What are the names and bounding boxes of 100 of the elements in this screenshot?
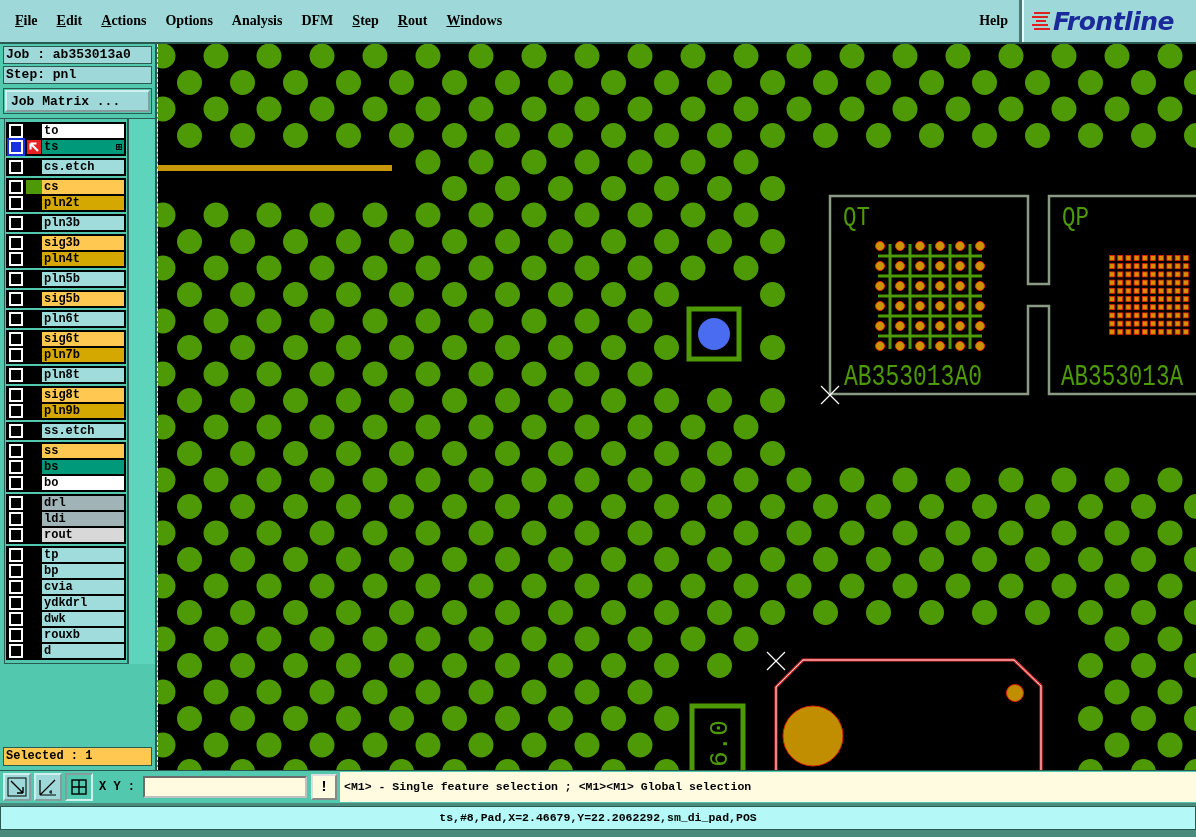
layer-checkbox[interactable] — [9, 444, 23, 458]
arrow-icon — [26, 140, 41, 154]
menu-item[interactable]: Step — [352, 13, 379, 29]
grid-icon — [116, 144, 122, 150]
layer-name[interactable]: sig6t — [42, 332, 124, 346]
layer-name[interactable]: pln3b — [42, 216, 124, 230]
layer-name[interactable]: pln5b — [42, 272, 124, 286]
layer-checkbox[interactable] — [9, 612, 23, 626]
job-matrix-button[interactable]: Job Matrix ... — [5, 90, 150, 112]
layer-name[interactable]: to — [42, 124, 124, 138]
menu-item[interactable]: Actions — [101, 13, 147, 29]
menu-item[interactable]: Analysis — [231, 13, 283, 29]
component-label: QT — [843, 202, 877, 233]
layer-name[interactable]: pln6t — [42, 312, 124, 326]
layer-checkbox[interactable] — [9, 292, 23, 306]
fiducial — [1006, 684, 1024, 702]
component-label: QP — [1062, 202, 1096, 233]
layer-checkbox[interactable] — [9, 388, 23, 402]
layer-checkbox[interactable] — [9, 596, 23, 610]
via-pad — [686, 306, 742, 362]
layer-name[interactable]: pln7b — [42, 348, 124, 362]
layer-checkbox[interactable] — [9, 332, 23, 346]
tool-button[interactable] — [65, 773, 93, 801]
speed-lines-icon — [1030, 10, 1052, 32]
diagonal-arrow-icon — [7, 777, 27, 797]
layer-checkbox[interactable] — [9, 140, 23, 154]
layer-name[interactable]: dwk — [42, 612, 124, 626]
layer-name[interactable]: pln4t — [42, 252, 124, 266]
layer-name[interactable]: ss — [42, 444, 124, 458]
rotated-label: 6.0 — [705, 720, 735, 767]
layer-name[interactable]: sig3b — [42, 236, 124, 250]
layer-checkbox[interactable] — [9, 124, 23, 138]
layer-checkbox[interactable] — [9, 368, 23, 382]
layer-checkbox[interactable] — [9, 496, 23, 510]
layer-name[interactable]: bs — [42, 460, 124, 474]
menu-item[interactable]: Options — [165, 13, 213, 29]
layer-checkbox[interactable] — [9, 628, 23, 642]
layer-checkbox[interactable] — [9, 548, 23, 562]
tool-button[interactable] — [3, 773, 31, 801]
layer-checkbox[interactable] — [9, 424, 23, 438]
part-number: AB353013A — [1061, 360, 1186, 394]
step-label: Step: pnl — [3, 66, 152, 84]
layer-name[interactable]: tp — [42, 548, 124, 562]
layer-checkbox[interactable] — [9, 564, 23, 578]
layer-name[interactable]: cvia — [42, 580, 124, 594]
layer-name[interactable]: d — [42, 644, 124, 658]
crosshair-mark — [766, 651, 786, 671]
layer-checkbox[interactable] — [9, 512, 23, 526]
layer-name[interactable]: bp — [42, 564, 124, 578]
part-number: AB353013A0 — [844, 360, 982, 394]
layer-checkbox[interactable] — [9, 236, 23, 250]
layer-checkbox[interactable] — [9, 476, 23, 490]
layer-name[interactable]: ts — [42, 140, 124, 154]
layer-name[interactable]: ydkdrl — [42, 596, 124, 610]
menu-item[interactable]: Edit — [56, 13, 83, 29]
layer-name[interactable]: rouxb — [42, 628, 124, 642]
layer-checkbox[interactable] — [9, 348, 23, 362]
layer-name[interactable]: pln2t — [42, 196, 124, 210]
layer-checkbox[interactable] — [9, 580, 23, 594]
layer-name[interactable]: rout — [42, 528, 124, 542]
menu-item[interactable]: Windows — [446, 13, 503, 29]
layer-checkbox[interactable] — [9, 216, 23, 230]
layer-checkbox[interactable] — [9, 528, 23, 542]
xy-label: X Y : — [99, 780, 135, 794]
menu-item[interactable]: File — [15, 13, 38, 29]
logo-text: Frontline — [1053, 6, 1174, 36]
menu-item[interactable]: Rout — [397, 13, 428, 29]
job-label: Job : ab353013a0 — [3, 46, 152, 64]
mounting-hole — [782, 705, 844, 767]
grid-icon — [69, 777, 89, 797]
layer-name[interactable]: cs.etch — [42, 160, 124, 174]
layer-checkbox[interactable] — [9, 252, 23, 266]
xy-input-field[interactable] — [143, 776, 307, 798]
layer-name[interactable]: pln8t — [42, 368, 124, 382]
layer-checkbox[interactable] — [9, 460, 23, 474]
layer-name[interactable]: sig8t — [42, 388, 124, 402]
layer-panel-scrollbar[interactable] — [128, 119, 155, 664]
layer-checkbox[interactable] — [9, 644, 23, 658]
layer-checkbox[interactable] — [9, 196, 23, 210]
layer-name[interactable]: ldi — [42, 512, 124, 526]
alert-button[interactable]: ! — [311, 774, 337, 800]
measure-icon — [38, 777, 58, 797]
layer-checkbox[interactable] — [9, 404, 23, 418]
layer-name[interactable]: sig5b — [42, 292, 124, 306]
tool-button[interactable] — [34, 773, 62, 801]
layer-checkbox[interactable] — [9, 272, 23, 286]
menu-item[interactable]: DFM — [301, 13, 334, 29]
layer-name[interactable]: bo — [42, 476, 124, 490]
crosshair-mark — [820, 385, 840, 405]
layer-checkbox[interactable] — [9, 180, 23, 194]
layer-checkbox[interactable] — [9, 312, 23, 326]
layer-name[interactable]: ss.etch — [42, 424, 124, 438]
layer-name[interactable]: pln9b — [42, 404, 124, 418]
help-menu[interactable]: Help — [979, 13, 1008, 29]
selected-count: Selected : 1 — [3, 747, 152, 766]
layer-name[interactable]: drl — [42, 496, 124, 510]
layer-name[interactable]: cs — [42, 180, 124, 194]
layer-checkbox[interactable] — [9, 160, 23, 174]
label-frame — [689, 703, 746, 770]
status-bar: ts,#8,Pad,X=2.46679,Y=22.2062292,sm_di_pad,POS — [0, 806, 1196, 830]
